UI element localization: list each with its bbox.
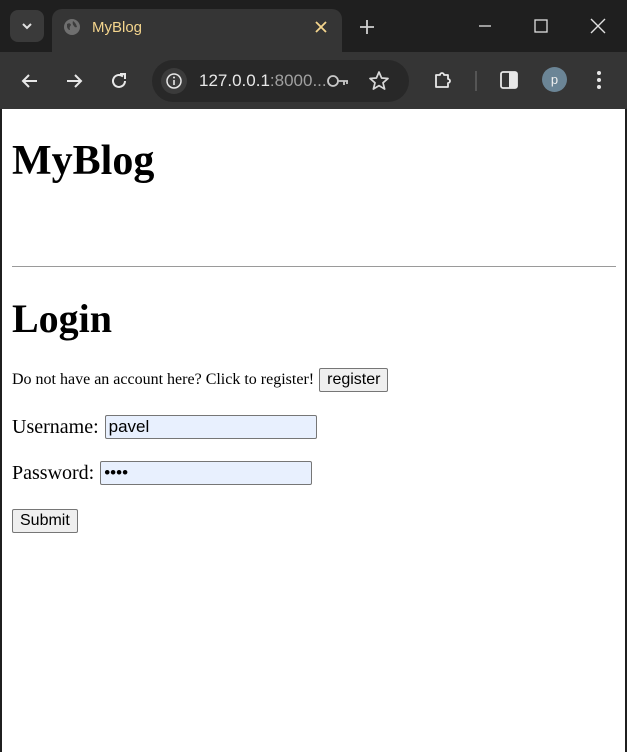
password-field[interactable] [100, 461, 313, 485]
reload-button[interactable] [105, 67, 133, 95]
info-icon [166, 73, 182, 89]
side-panel-icon [500, 71, 518, 89]
tab-title: MyBlog [92, 19, 143, 36]
arrow-left-icon [21, 74, 37, 88]
tab-close-button[interactable] [312, 18, 330, 36]
more-vertical-icon [597, 71, 601, 89]
back-button[interactable] [16, 67, 44, 95]
register-button[interactable]: register [319, 368, 389, 392]
horizontal-rule [12, 266, 616, 267]
globe-icon [64, 19, 80, 35]
login-heading: Login [12, 296, 113, 341]
extensions-button[interactable] [430, 67, 456, 93]
plus-icon [360, 20, 374, 34]
submit-button[interactable]: Submit [12, 509, 78, 533]
register-prompt: Do not have an account here? Click to re… [12, 371, 315, 388]
star-icon[interactable] [367, 69, 391, 93]
tab-search-button[interactable] [10, 10, 44, 42]
maximize-button[interactable] [526, 12, 556, 40]
puzzle-icon [435, 72, 451, 88]
username-row: Username: [12, 415, 317, 439]
menu-button[interactable] [586, 67, 612, 93]
forward-button[interactable] [60, 67, 88, 95]
password-label: Password: [12, 461, 95, 484]
reload-icon [112, 73, 126, 88]
maximize-icon [534, 19, 548, 33]
browser-titlebar: MyBlog [0, 0, 627, 52]
page-content: MyBlog Login Do not have an account here… [2, 109, 625, 752]
tab-active[interactable]: MyBlog [52, 9, 342, 52]
arrow-right-icon [67, 74, 83, 88]
chevron-down-icon [22, 23, 32, 30]
toolbar-divider [475, 71, 477, 91]
browser-toolbar: 127.0.0.1:8000... p [0, 52, 627, 109]
minimize-icon [479, 25, 491, 27]
address-bar[interactable]: 127.0.0.1:8000... [152, 60, 409, 102]
url-rest: :8000... [269, 71, 327, 90]
close-window-button[interactable] [583, 12, 613, 40]
close-icon [590, 18, 606, 34]
username-label: Username: [12, 415, 99, 438]
url-text: 127.0.0.1:8000... [199, 71, 327, 91]
key-icon[interactable] [326, 71, 350, 91]
minimize-button[interactable] [470, 12, 500, 40]
site-title: MyBlog [12, 138, 155, 184]
url-host: 127.0.0.1 [199, 71, 270, 90]
register-prompt-row: Do not have an account here? Click to re… [12, 368, 389, 392]
side-panel-button[interactable] [496, 67, 522, 93]
username-field[interactable] [104, 415, 317, 439]
new-tab-button[interactable] [356, 16, 378, 38]
avatar[interactable]: p [542, 67, 567, 92]
password-row: Password: [12, 461, 313, 485]
close-icon [315, 21, 327, 33]
site-info-button[interactable] [161, 68, 187, 94]
